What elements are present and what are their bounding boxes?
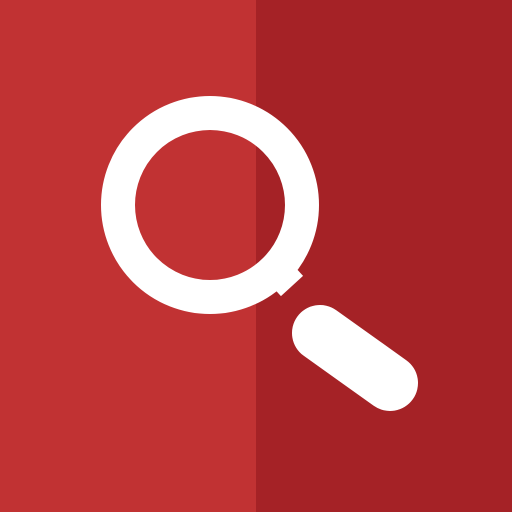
magnifying-glass-icon [101,96,418,411]
handle [292,305,418,411]
handle-neck [258,251,304,297]
search-app-icon [0,0,512,512]
